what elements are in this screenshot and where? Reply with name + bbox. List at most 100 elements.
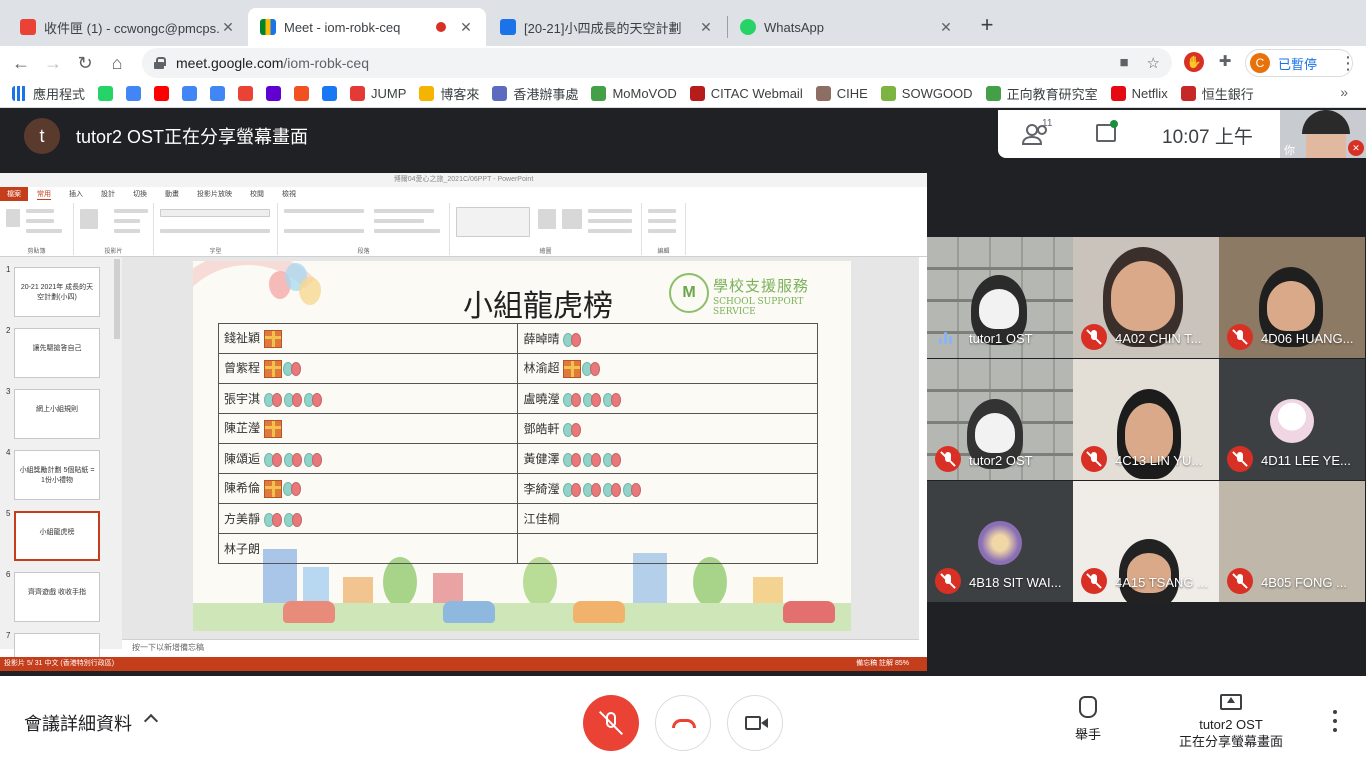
gift-icon	[264, 359, 283, 378]
participant-face	[975, 413, 1015, 453]
gmail-icon	[238, 86, 254, 101]
bookmark-0[interactable]: 應用程式	[12, 84, 85, 103]
ribbon-group-paragraph: 段落	[278, 203, 450, 255]
student-name: 陳芷瀅	[224, 421, 261, 436]
profile-button[interactable]: C 已暫停	[1245, 49, 1353, 77]
participant-tile[interactable]: 4B05 FONG ...	[1219, 481, 1365, 602]
ppt-tab-review: 校閱	[250, 191, 264, 198]
participant-tile[interactable]: 4D06 HUANG...	[1219, 237, 1365, 358]
thumbnail-text: 20-21 2021年 成長的天空計劃(小四)	[20, 284, 94, 301]
participant-tile[interactable]: 4C13 LIN YU...	[1073, 359, 1219, 480]
thumbnail-text: 小組龍虎榜	[39, 529, 75, 536]
more-vert-icon[interactable]: ⋮	[1338, 50, 1358, 76]
bookmark-12[interactable]: 香港辦事處	[492, 84, 578, 103]
reload-icon[interactable]: ↻	[72, 50, 98, 76]
home-icon[interactable]: ⌂	[104, 50, 130, 76]
more-options-icon[interactable]	[1328, 710, 1342, 732]
puzzle-icon[interactable]: ✚	[1215, 52, 1235, 72]
slide-thumbnail[interactable]: 網上小組規則	[14, 389, 100, 439]
bookmark-7[interactable]	[266, 86, 282, 101]
address-bar[interactable]: meet.google.com /iom-robk-ceq ■ ☆	[142, 48, 1172, 78]
table-cell: 曾紫程	[217, 353, 519, 384]
raise-hand-button[interactable]: 舉手	[1066, 696, 1110, 743]
camera-lens-icon	[761, 718, 768, 728]
ribbon-group-label: 繪圖	[539, 249, 552, 255]
thumbnail-scrollbar[interactable]	[114, 259, 120, 339]
sticker-group	[264, 359, 303, 378]
url-path: /iom-robk-ceq	[283, 55, 369, 71]
slide-thumbnail[interactable]: 小組龍虎榜	[14, 511, 100, 561]
status-left: 投影片 5/ 31 中文 (香港特別行政區)	[4, 660, 115, 667]
lock-icon	[154, 57, 166, 69]
tab-gmail[interactable]: 收件匣 (1) - ccwongc@pmcps.e ✕	[8, 8, 248, 46]
bookmark-11[interactable]: 博客來	[419, 84, 479, 103]
bookmark-label: MoMoVOD	[612, 86, 677, 101]
balloon-icon	[571, 452, 582, 467]
back-icon[interactable]: ←	[8, 50, 34, 76]
student-name: 江佳桐	[523, 512, 560, 526]
ribbon-group-label: 段落	[357, 249, 370, 255]
ppt-tab-insert: 插入	[69, 191, 83, 198]
close-icon[interactable]: ✕	[220, 19, 236, 36]
bookmarks-overflow-icon[interactable]: »	[1340, 84, 1348, 100]
bookmark-10[interactable]: JUMP	[350, 86, 406, 101]
slide-thumbnail[interactable]: 齊齊遊戲 收收手指	[14, 572, 100, 622]
close-icon[interactable]: ✕	[458, 19, 474, 36]
presenting-button[interactable]: tutor2 OST 正在分享螢幕畫面	[1170, 694, 1292, 750]
bookmark-9[interactable]	[322, 86, 338, 101]
participant-tile[interactable]: tutor2 OST	[927, 359, 1073, 480]
table-cell: 林渝超	[517, 353, 818, 384]
slide-thumbnail[interactable]: 20-21 2021年 成長的天空計劃(小四)	[14, 267, 100, 317]
bookmark-6[interactable]	[238, 86, 254, 101]
bookmark-19[interactable]: 恒生銀行	[1180, 84, 1254, 103]
bookmark-1[interactable]	[98, 86, 114, 101]
participant-tile[interactable]: 4A15 TSANG ...	[1073, 481, 1219, 602]
camera-icon[interactable]: ■	[1119, 54, 1128, 72]
extension-adblock-icon[interactable]: ✋	[1184, 52, 1204, 72]
bookmark-4[interactable]	[182, 86, 198, 101]
bookmark-18[interactable]: Netflix	[1110, 86, 1168, 101]
participant-face	[979, 289, 1019, 329]
forward-icon[interactable]: →	[40, 50, 66, 76]
leave-call-button[interactable]	[655, 695, 711, 751]
thumbnail-number: 7	[6, 631, 11, 640]
bookmark-2[interactable]	[126, 86, 142, 101]
new-tab-button[interactable]: +	[974, 12, 1000, 38]
bookmark-13[interactable]: MoMoVOD	[591, 86, 677, 101]
bookmark-16[interactable]: SOWGOOD	[880, 86, 973, 101]
close-icon[interactable]: ✕	[938, 19, 954, 36]
bookmark-3[interactable]	[154, 86, 170, 101]
participant-tile[interactable]: 4B18 SIT WAI...	[927, 481, 1073, 602]
bookmark-5[interactable]	[210, 86, 226, 101]
meeting-details-button[interactable]: 會議詳細資料	[24, 710, 132, 736]
speaker-notes[interactable]: 按一下以新增備忘稿	[122, 639, 919, 657]
chevron-up-icon[interactable]	[143, 713, 159, 729]
netflix-icon	[1110, 86, 1126, 101]
bookmark-17[interactable]: 正向教育研究室	[985, 84, 1098, 103]
star-icon[interactable]: ☆	[1147, 54, 1160, 72]
tab-whatsapp[interactable]: WhatsApp ✕	[728, 8, 966, 46]
participant-tile[interactable]: 4D11 LEE YE...	[1219, 359, 1365, 480]
self-label: 你	[1284, 145, 1295, 157]
sticker-group	[563, 452, 623, 467]
table-cell	[517, 533, 818, 564]
bookmark-15[interactable]: CIHE	[815, 86, 868, 101]
participant-tile[interactable]: 4A02 CHIN T...	[1073, 237, 1219, 358]
profile-status: 已暫停	[1278, 56, 1318, 72]
self-video-tile[interactable]: 你 ✕	[1280, 110, 1366, 158]
thumbnail-number: 6	[6, 570, 11, 579]
bookmark-14[interactable]: CITAC Webmail	[689, 86, 803, 101]
slide-thumbnail[interactable]: 小組獎勵計劃 5個貼紙 = 1份小禮物	[14, 450, 100, 500]
tab-classroom[interactable]: [20-21]小四成長的天空計劃 ✕	[488, 8, 726, 46]
participant-tile[interactable]: tutor1 OST	[927, 237, 1073, 358]
microphone-toggle-button[interactable]	[583, 695, 639, 751]
logo-text-zh: 學校支援服務	[713, 278, 810, 295]
slide-thumbnail[interactable]: 讓先驅搶答自己	[14, 328, 100, 378]
table-row: 陳芷瀅 鄧皓軒	[217, 413, 818, 444]
camera-toggle-button[interactable]	[727, 695, 783, 751]
ppt-window-title: 博爾04愛心之旅_2021C/06PPT - PowerPoint	[0, 173, 927, 187]
tab-meet[interactable]: Meet - iom-robk-ceq ✕	[248, 8, 486, 46]
close-icon[interactable]: ✕	[698, 19, 714, 36]
bookmark-8[interactable]	[294, 86, 310, 101]
bookmark-label: CITAC Webmail	[710, 86, 803, 101]
